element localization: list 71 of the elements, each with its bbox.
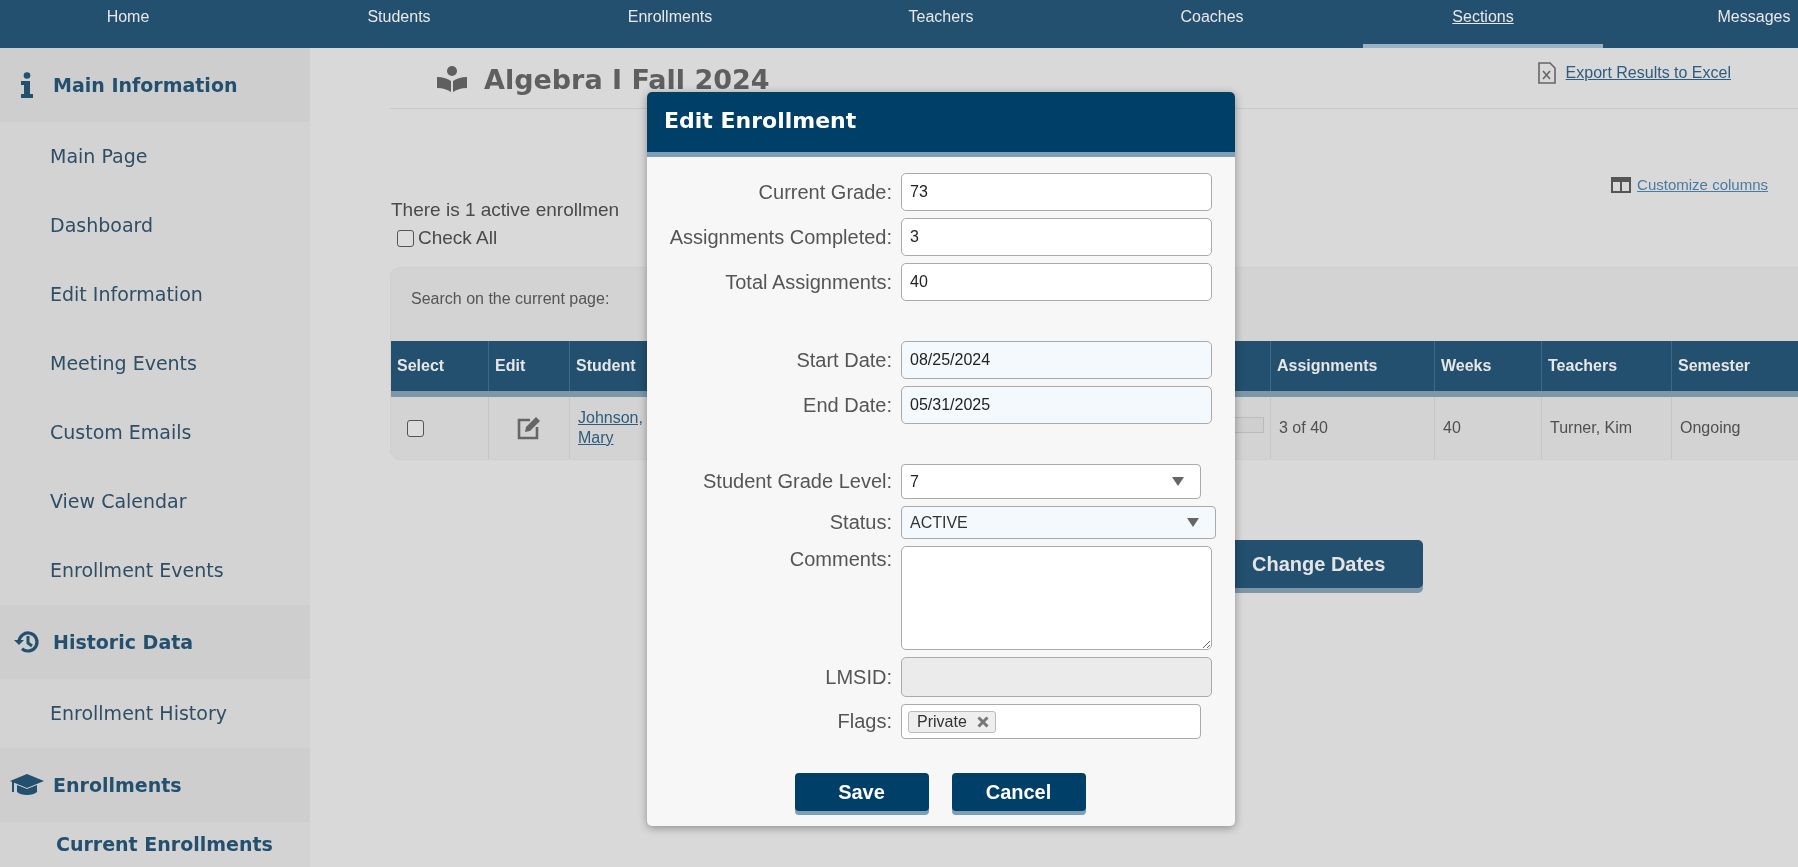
check-all-checkbox[interactable] — [397, 229, 414, 247]
nav-tab[interactable]: Messages — [1634, 0, 1798, 48]
sidebar-item[interactable]: Custom Emails — [0, 398, 310, 467]
nav-tab[interactable]: Home — [8, 0, 248, 48]
column-header[interactable]: Assignments — [1271, 341, 1435, 391]
text-field[interactable]: 3 — [901, 218, 1212, 256]
caret-icon — [1172, 477, 1184, 486]
sidebar-item[interactable]: Main Page — [0, 122, 310, 191]
sidebar-item[interactable]: Enrollment History — [0, 679, 310, 748]
sidebar-item[interactable]: Meeting Events — [0, 329, 310, 398]
sidebar-item[interactable]: Current Enrollments — [0, 822, 310, 862]
section-title: Historic Data — [53, 631, 194, 653]
table-cell: 40 — [1435, 397, 1542, 459]
nav-tab[interactable]: Sections — [1363, 0, 1603, 48]
column-header[interactable]: Select — [391, 341, 489, 391]
field-label: Start Date: — [795, 348, 893, 372]
remove-icon[interactable] — [976, 715, 989, 728]
column-header[interactable]: Weeks — [1435, 341, 1542, 391]
section-title: Enrollments — [53, 774, 182, 796]
field-label: Status: — [828, 511, 893, 534]
table-cell: Ongoing — [1672, 397, 1798, 459]
nav-tab[interactable]: Enrollments — [550, 0, 790, 48]
nav-tab[interactable]: Students — [279, 0, 519, 48]
columns-icon[interactable] — [1611, 176, 1632, 193]
check-all-label[interactable]: Check All — [418, 227, 498, 249]
comments-box[interactable] — [901, 546, 1212, 650]
row-checkbox[interactable] — [407, 419, 424, 437]
date-field[interactable]: 05/31/2025 — [901, 386, 1212, 424]
sidebar-section-header[interactable]: Enrollments — [0, 748, 310, 822]
graduation-cap-icon — [8, 773, 45, 797]
field-label: Current Grade: — [757, 180, 893, 204]
field-label: Total Assignments: — [724, 270, 893, 294]
date-field[interactable]: 08/25/2024 — [901, 341, 1212, 379]
field-label: Student Grade Level: — [702, 470, 893, 493]
sidebar-item[interactable]: View Calendar — [0, 467, 310, 536]
sidebar-item[interactable]: Dashboard — [0, 191, 310, 260]
history-icon — [12, 629, 41, 655]
field-label: LMSID: — [824, 665, 893, 689]
excel-file-icon[interactable] — [1537, 62, 1556, 84]
field-label: Assignments Completed: — [668, 225, 893, 249]
dialog-title: Edit Enrollment — [647, 92, 1235, 157]
column-header[interactable]: Edit — [489, 341, 570, 391]
caret-icon — [1187, 518, 1199, 527]
column-header[interactable]: Teachers — [1542, 341, 1672, 391]
info-icon — [19, 72, 34, 98]
field-label: End Date: — [802, 393, 893, 417]
dropdown[interactable]: ACTIVE — [901, 506, 1216, 539]
nav-tab[interactable]: Teachers — [821, 0, 1061, 48]
export-link[interactable]: Export Results to Excel — [1565, 64, 1731, 82]
page-title: Algebra I Fall 2024 — [484, 63, 771, 95]
sidebar-section-header[interactable]: Historic Data — [0, 605, 310, 679]
edit-icon[interactable] — [516, 416, 542, 440]
book-icon — [436, 66, 468, 92]
sidebar-item[interactable]: Edit Information — [0, 260, 310, 329]
field-label: Flags: — [836, 710, 893, 733]
text-field[interactable]: 73 — [901, 173, 1212, 211]
nav-tab[interactable]: Coaches — [1092, 0, 1332, 48]
field-label: Comments: — [788, 547, 893, 571]
flag-tag[interactable]: Private — [908, 710, 996, 733]
dropdown[interactable]: 7 — [901, 464, 1201, 499]
tag-field[interactable]: Private — [901, 704, 1201, 739]
sidebar-item[interactable]: Enrollment Events — [0, 536, 310, 605]
column-header[interactable]: Semester — [1672, 341, 1798, 391]
table-cell: 3 of 40 — [1271, 397, 1435, 459]
enrollment-summary: There is 1 active enrollmen — [391, 199, 621, 222]
table-cell: Turner, Kim — [1542, 397, 1672, 459]
text-field[interactable]: 40 — [901, 263, 1212, 301]
student-link[interactable]: Johnson, Mary — [578, 408, 646, 448]
search-label: Search on the current page: — [411, 290, 610, 307]
section-title: Main Information — [53, 74, 238, 96]
sidebar-section-header[interactable]: Main Information — [0, 48, 310, 122]
